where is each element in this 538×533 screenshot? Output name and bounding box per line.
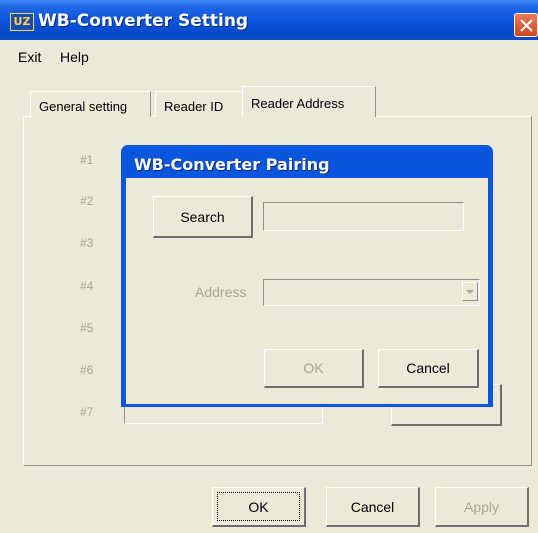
reader-row-5-label: #5 xyxy=(80,321,94,335)
search-button[interactable]: Search xyxy=(153,196,253,238)
search-button-label: Search xyxy=(180,209,225,225)
window-title: WB-Converter Setting xyxy=(38,11,249,31)
tab-label: Reader ID xyxy=(164,99,224,114)
tab-general-setting[interactable]: General setting xyxy=(30,91,151,117)
focus-indicator xyxy=(217,492,300,521)
reader-row-7-label: #7 xyxy=(80,405,94,419)
tab-reader-address[interactable]: Reader Address xyxy=(242,86,376,117)
close-icon xyxy=(520,19,533,32)
apply-button[interactable]: Apply xyxy=(435,487,529,527)
menu-bar: Exit Help xyxy=(0,43,538,69)
address-label: Address xyxy=(195,284,247,300)
search-result-field xyxy=(263,202,464,231)
ok-button[interactable]: OK xyxy=(212,487,306,527)
reader-row-3-label: #3 xyxy=(80,236,94,250)
app-logo-icon: UZ xyxy=(10,13,34,31)
reader-row-2-label: #2 xyxy=(80,194,94,208)
tab-label: Reader Address xyxy=(251,96,345,111)
cancel-button-label: Cancel xyxy=(350,499,395,515)
reader-row-6-label: #6 xyxy=(80,363,94,377)
cancel-button[interactable]: Cancel xyxy=(326,487,420,527)
chevron-down-icon xyxy=(466,290,474,294)
tab-reader-id[interactable]: Reader ID xyxy=(155,91,244,117)
apply-button-label: Apply xyxy=(463,499,500,515)
dialog-ok-label: OK xyxy=(303,360,324,376)
menu-exit[interactable]: Exit xyxy=(18,49,41,65)
title-bar[interactable]: UZ WB-Converter Setting xyxy=(0,0,538,40)
dialog-cancel-button[interactable]: Cancel xyxy=(378,349,479,388)
reader-row-1-label: #1 xyxy=(80,153,94,167)
dialog-cancel-label: Cancel xyxy=(406,360,450,376)
main-window: UZ WB-Converter Setting Exit Help Genera… xyxy=(0,0,538,533)
pairing-dialog-title: WB-Converter Pairing xyxy=(134,155,330,174)
tab-label: General setting xyxy=(39,99,128,114)
close-button[interactable] xyxy=(514,13,538,37)
address-select[interactable] xyxy=(263,279,480,306)
reader-row-4-label: #4 xyxy=(80,279,94,293)
dropdown-arrow-button[interactable] xyxy=(462,282,478,301)
dialog-ok-button[interactable]: OK xyxy=(264,349,364,388)
menu-help[interactable]: Help xyxy=(60,49,89,65)
